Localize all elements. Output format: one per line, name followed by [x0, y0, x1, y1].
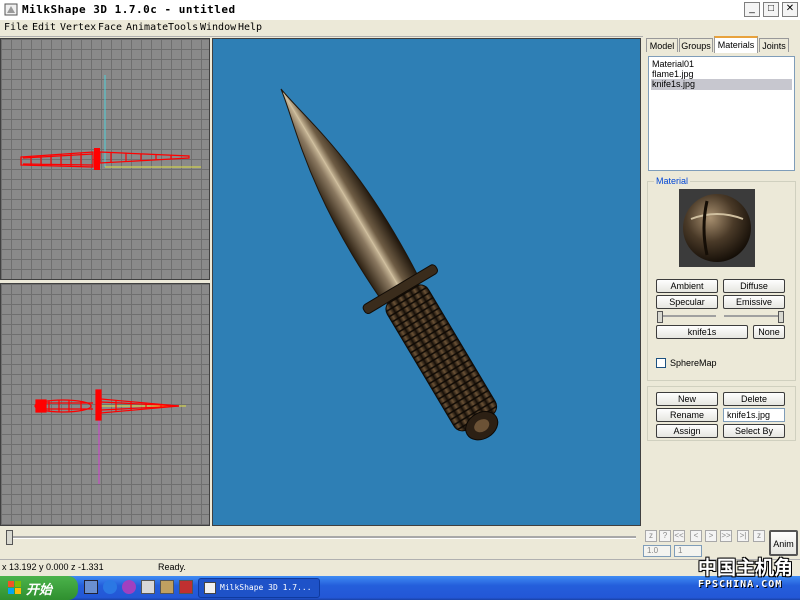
list-item-selected[interactable]: knife1s.jpg [651, 79, 792, 90]
delete-material-button[interactable]: Delete [723, 392, 785, 406]
viewport-side[interactable] [0, 283, 210, 526]
timeline-slider[interactable] [6, 530, 636, 545]
last-frame-button[interactable]: >> [720, 530, 732, 542]
menu-vertex[interactable]: Vertex [60, 22, 96, 33]
new-material-button[interactable]: New [656, 392, 718, 406]
milkshape-task-icon [204, 582, 216, 594]
start-button[interactable]: 开始 [0, 576, 78, 600]
specular-button[interactable]: Specular [656, 295, 718, 309]
right-panel: Model Groups Materials Joints Material01… [643, 36, 800, 526]
fpschina-watermark: 中国主机角 FPSCHINA.COM [696, 553, 796, 597]
media-icon[interactable] [122, 580, 136, 594]
next-frame-button[interactable]: > [705, 530, 717, 542]
spheremap-label: SphereMap [670, 358, 717, 368]
anim-help-button[interactable]: ? [659, 530, 671, 542]
loop-button[interactable]: z [753, 530, 765, 542]
diffuse-button[interactable]: Diffuse [723, 279, 785, 293]
maximize-button[interactable]: □ [763, 2, 779, 17]
timeline-thumb[interactable] [6, 530, 13, 545]
assign-button[interactable]: Assign [656, 424, 718, 438]
status-message: Ready. [158, 562, 186, 572]
windows-logo-icon [8, 581, 21, 594]
rename-field[interactable]: knife1s.jpg [723, 408, 785, 422]
minimize-button[interactable]: _ [744, 2, 760, 17]
menu-bar: File Edit Vertex Face Animate Tools Wind… [0, 20, 800, 37]
viewport-front[interactable] [0, 38, 210, 280]
menu-face[interactable]: Face [98, 22, 122, 33]
slider-thumb[interactable] [657, 311, 663, 323]
material-actions-group: New Delete Rename knife1s.jpg Assign Sel… [647, 386, 796, 441]
spheremap-checkbox[interactable] [656, 358, 666, 368]
knife-render [280, 88, 499, 441]
slider-thumb[interactable] [778, 311, 784, 323]
transparency-slider[interactable] [724, 311, 784, 323]
viewport-3d[interactable] [212, 38, 641, 526]
shininess-slider[interactable] [657, 311, 716, 323]
tab-model[interactable]: Model [646, 38, 678, 52]
menu-tools[interactable]: Tools [168, 22, 198, 33]
anim-toggle-button[interactable]: z [645, 530, 657, 542]
taskbar-task-milkshape[interactable]: MilkShape 3D 1.7... [198, 578, 320, 598]
tab-joints[interactable]: Joints [759, 38, 789, 52]
wireframe-side-view [34, 389, 186, 484]
ambient-button[interactable]: Ambient [656, 279, 718, 293]
coordinates-readout: x 13.192 y 0.000 z -1.331 [2, 562, 104, 572]
animation-bar: z ? << < > >> >| z 1.0 1 Anim [0, 527, 800, 559]
menu-file[interactable]: File [4, 22, 28, 33]
end-button[interactable]: >| [737, 530, 749, 542]
material-groupbox: Material Ambient Diffuse Specular Emissi… [647, 176, 796, 381]
status-bar: x 13.192 y 0.000 z -1.331 Ready. [0, 559, 800, 576]
taskbar [0, 576, 800, 600]
watermark-main-text: 中国主机角 [698, 557, 794, 579]
frame-start-field[interactable]: 1.0 [643, 545, 671, 557]
prev-frame-button[interactable]: < [690, 530, 702, 542]
close-button[interactable]: ✕ [782, 2, 798, 17]
material-preview [679, 189, 755, 267]
emissive-button[interactable]: Emissive [723, 295, 785, 309]
browser-icon[interactable] [103, 580, 117, 594]
material-group-label: Material [654, 176, 691, 186]
milkshape-app-icon[interactable] [4, 3, 18, 16]
task-label: MilkShape 3D 1.7... [220, 583, 312, 592]
material-sphere-preview [683, 194, 751, 262]
menu-window[interactable]: Window [200, 22, 236, 33]
watermark-sub-text: FPSCHINA.COM [698, 579, 783, 590]
select-by-button[interactable]: Select By [723, 424, 785, 438]
rename-button[interactable]: Rename [656, 408, 718, 422]
title-bar: MilkShape 3D 1.7.0c - untitled _ □ ✕ [0, 0, 800, 21]
start-label: 开始 [26, 582, 53, 597]
menu-edit[interactable]: Edit [32, 22, 56, 33]
tab-materials[interactable]: Materials [714, 36, 758, 53]
wireframe-top-view [20, 75, 201, 170]
window-title: MilkShape 3D 1.7.0c - untitled [22, 3, 236, 16]
desktop-icon[interactable] [84, 580, 98, 594]
app-icon-1[interactable] [141, 580, 155, 594]
first-frame-button[interactable]: << [673, 530, 685, 542]
texture-none-button[interactable]: None [753, 325, 785, 339]
app-icon-3[interactable] [179, 580, 193, 594]
material-list[interactable]: Material01 flame1.jpg knife1s.jpg [648, 56, 795, 171]
menu-help[interactable]: Help [238, 22, 262, 33]
menu-animate[interactable]: Animate [126, 22, 168, 33]
texture-button[interactable]: knife1s [656, 325, 748, 339]
app-icon-2[interactable] [160, 580, 174, 594]
tab-groups[interactable]: Groups [679, 38, 713, 52]
